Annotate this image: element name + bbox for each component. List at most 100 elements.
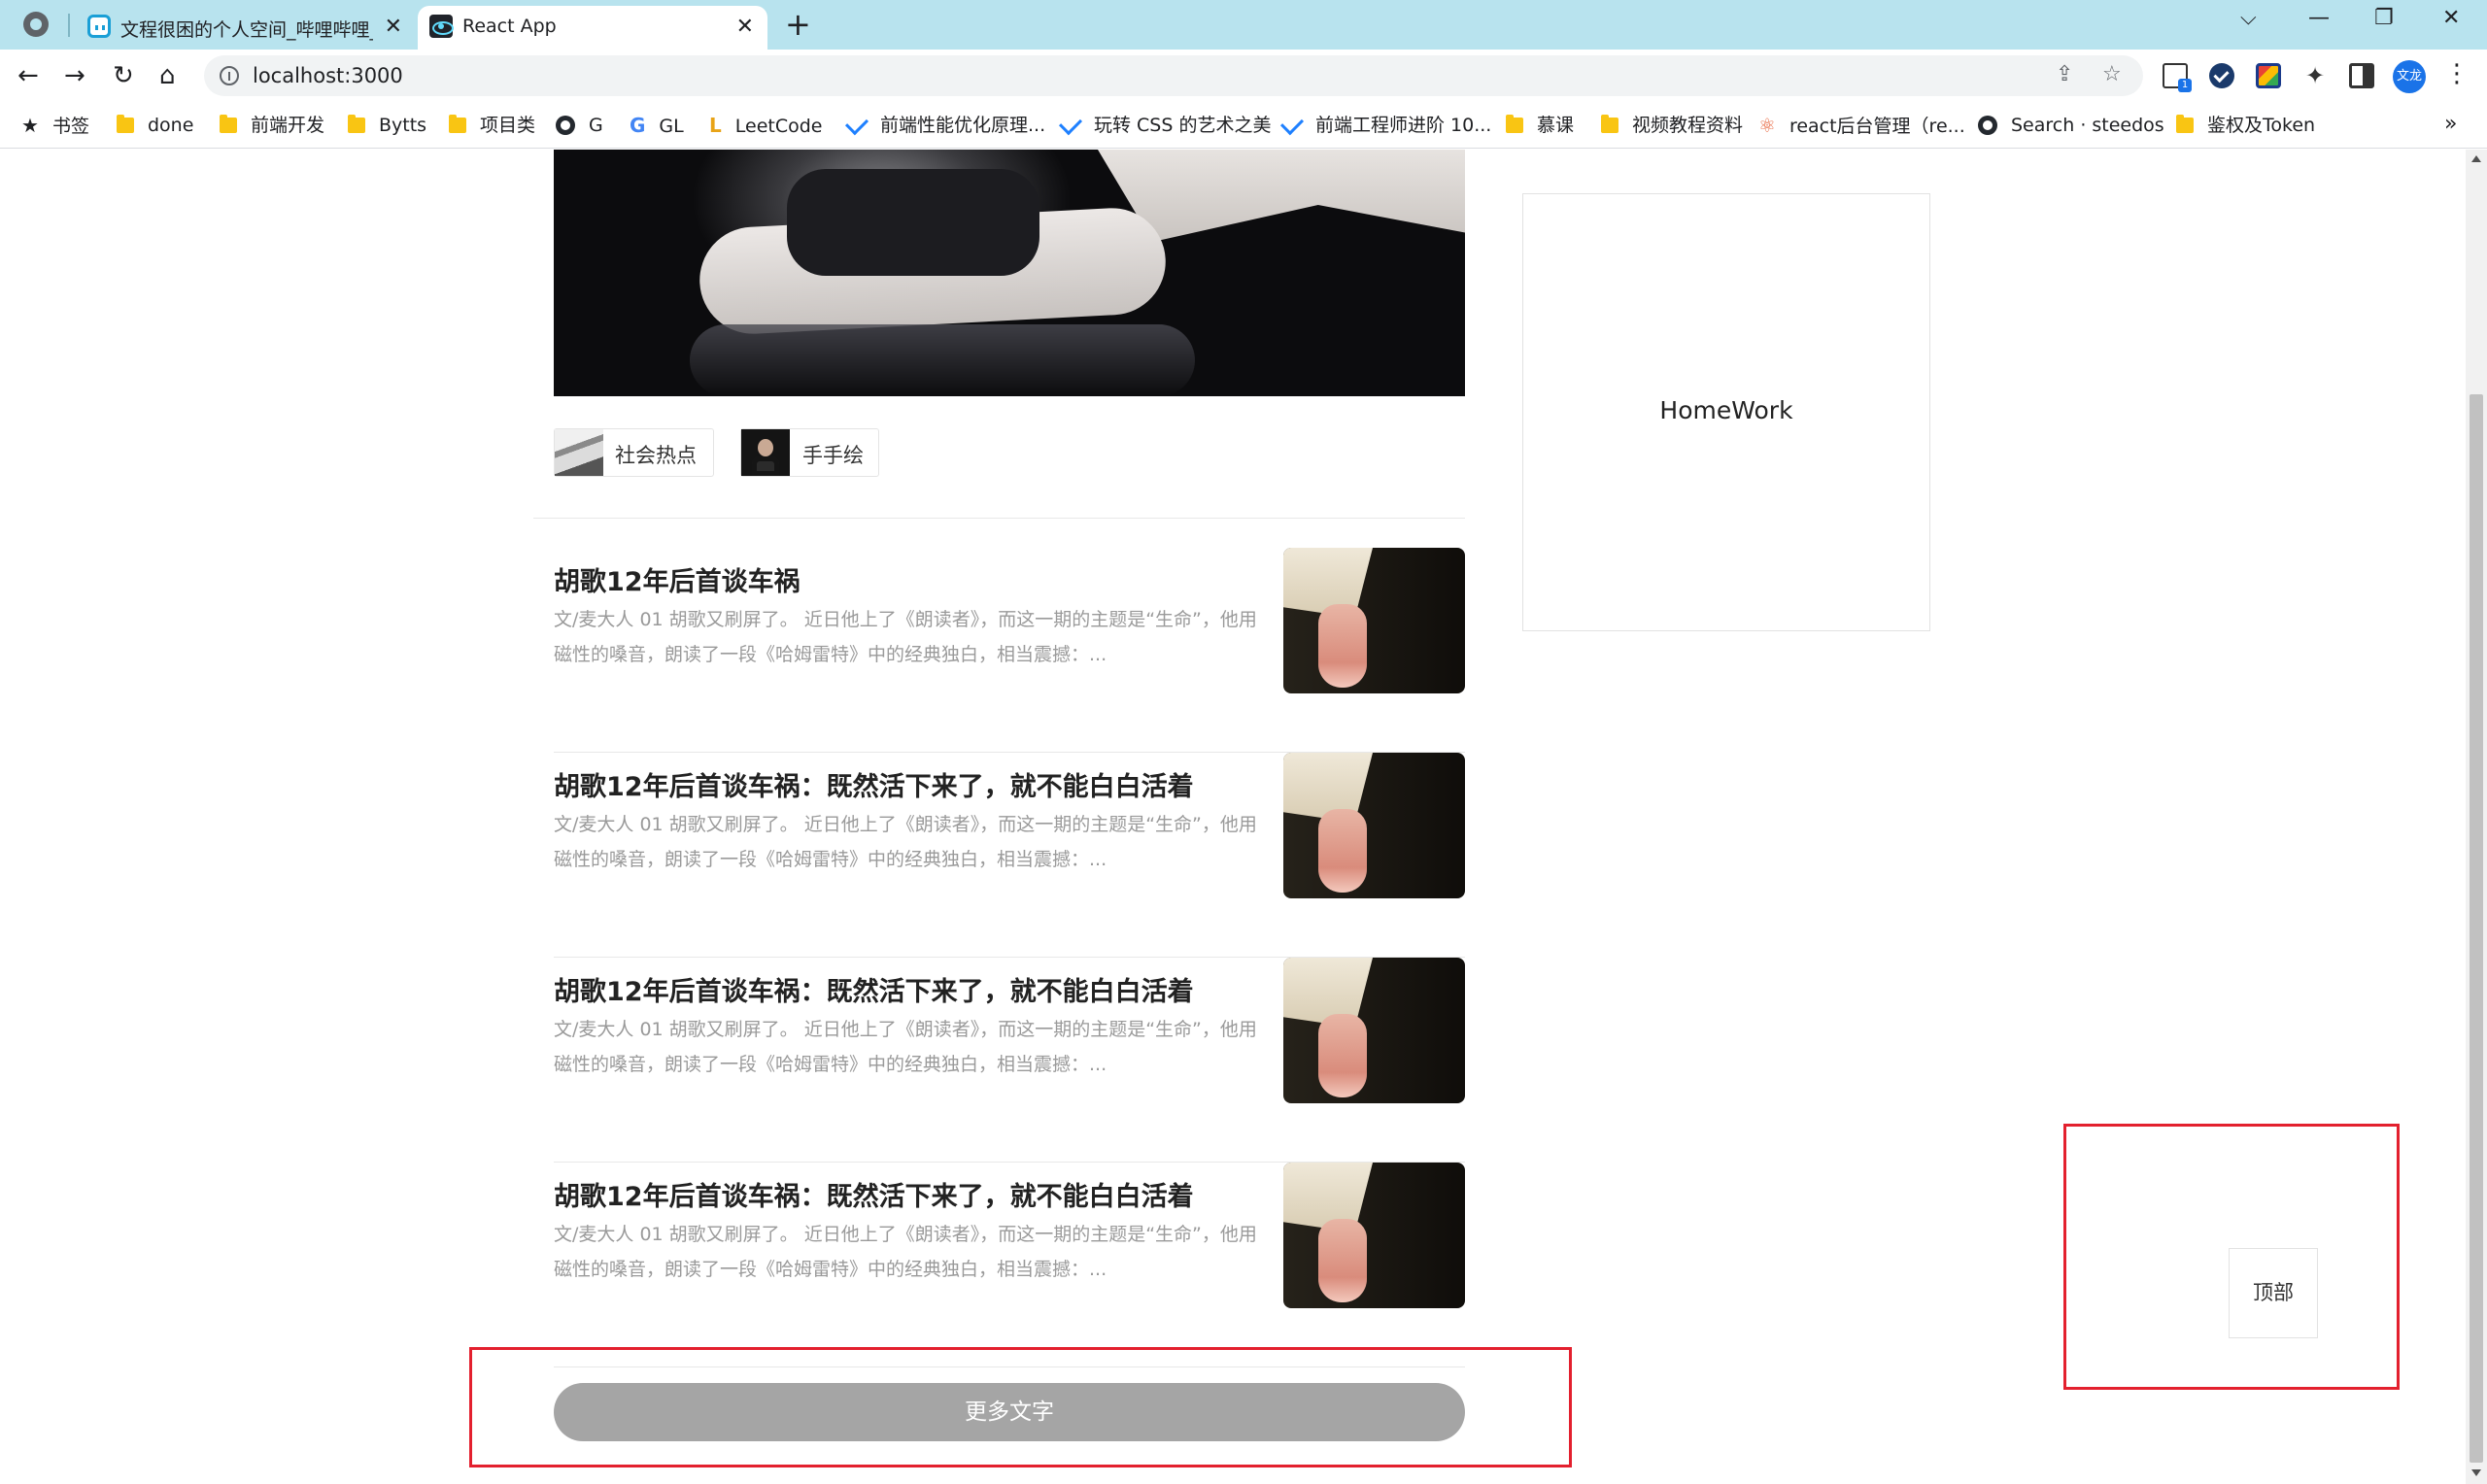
article-item[interactable]: 胡歌12年后首谈车祸：既然活下来了，就不能白白活着 文/麦大人 01 胡歌又刷屏… <box>554 1163 1465 1367</box>
article-item[interactable]: 胡歌12年后首谈车祸：既然活下来了，就不能白白活着 文/麦大人 01 胡歌又刷屏… <box>554 753 1465 958</box>
close-tab-icon[interactable]: ✕ <box>736 15 754 40</box>
bookmark-star-icon[interactable]: ☆ <box>2102 62 2122 86</box>
hero-sleeve-shape <box>787 169 1039 276</box>
reload-button[interactable]: ↻ <box>113 61 134 90</box>
tag-hand-drawing[interactable]: 手手绘 <box>740 428 879 477</box>
bookmark-item[interactable]: 玩转 CSS 的艺术之美 <box>1058 112 1271 139</box>
new-tab-button[interactable]: + <box>785 8 811 41</box>
bookmark-item[interactable]: done <box>117 112 193 139</box>
tab-strip: 文程很困的个人空间_哔哩哔哩_b ✕ React App ✕ + ⌵ — ❐ ✕ <box>0 0 2487 50</box>
hero-reflection-shape <box>690 324 1195 396</box>
site-info-icon[interactable] <box>220 66 239 85</box>
scroll-thumb[interactable] <box>2470 394 2483 1463</box>
article-title[interactable]: 胡歌12年后首谈车祸：既然活下来了，就不能白白活着 <box>554 970 1194 1008</box>
article-description: 文/麦大人 01 胡歌又刷屏了。 近日他上了《朗读者》，而这一期的主题是“生命”… <box>554 1224 1257 1280</box>
juejin-icon <box>1279 112 1305 136</box>
folder-icon <box>449 115 466 133</box>
article-thumbnail[interactable] <box>1283 753 1465 898</box>
bookmarks-bar: ★ 书签 done 前端开发 Bytts 项目类 G G GL L LeetCode … <box>0 104 2487 149</box>
article-title[interactable]: 胡歌12年后首谈车祸：既然活下来了，就不能白白活着 <box>554 765 1194 803</box>
page-scrollbar[interactable] <box>2466 150 2487 1484</box>
tag-label: 手手绘 <box>802 444 864 467</box>
news-thumbnail <box>555 429 603 476</box>
list-divider <box>533 518 1465 519</box>
close-tab-icon[interactable]: ✕ <box>385 15 402 40</box>
article-description: 文/麦大人 01 胡歌又刷屏了。 近日他上了《朗读者》，而这一期的主题是“生命”… <box>554 814 1257 870</box>
minimize-button[interactable]: — <box>2308 6 2330 30</box>
check-extension-icon[interactable] <box>2209 63 2234 88</box>
bilibili-icon <box>87 15 111 38</box>
article-description: 文/麦大人 01 胡歌又刷屏了。 近日他上了《朗读者》，而这一期的主题是“生命”… <box>554 609 1257 665</box>
browser-menu-icon[interactable]: ⋮ <box>2444 59 2470 88</box>
side-panel-icon[interactable] <box>2349 63 2374 88</box>
tab-bilibili[interactable]: 文程很困的个人空间_哔哩哔哩_b ✕ <box>76 6 416 50</box>
url-text[interactable]: localhost:3000 <box>253 64 403 87</box>
star-icon: ★ <box>21 114 39 137</box>
drawing-thumbnail <box>741 429 790 476</box>
leetcode-icon: L <box>709 114 722 137</box>
address-bar[interactable]: localhost:3000 ⇪ ☆ <box>204 55 2143 96</box>
bookmark-item[interactable]: Bytts <box>348 112 426 139</box>
juejin-icon <box>844 112 869 136</box>
more-text-button[interactable]: 更多文字 <box>554 1383 1465 1441</box>
article-thumbnail[interactable] <box>1283 958 1465 1103</box>
folder-icon <box>220 115 237 133</box>
tag-label: 社会热点 <box>615 444 697 467</box>
article-item[interactable]: 胡歌12年后首谈车祸 文/麦大人 01 胡歌又刷屏了。 近日他上了《朗读者》，而… <box>554 548 1465 753</box>
tag-social-hot[interactable]: 社会热点 <box>554 428 714 477</box>
bookmark-item[interactable]: 前端开发 <box>220 112 324 139</box>
back-to-top-button[interactable]: 顶部 <box>2229 1248 2318 1338</box>
article-thumbnail[interactable] <box>1283 548 1465 693</box>
article-item[interactable]: 胡歌12年后首谈车祸：既然活下来了，就不能白白活着 文/麦大人 01 胡歌又刷屏… <box>554 958 1465 1163</box>
home-button[interactable]: ⌂ <box>159 61 176 90</box>
back-button[interactable]: ← <box>17 61 39 90</box>
scroll-down-icon[interactable] <box>2471 1469 2481 1476</box>
tab-search-icon[interactable]: ⌵ <box>2240 6 2257 30</box>
folder-icon <box>2176 115 2194 133</box>
react-icon <box>429 15 454 38</box>
forward-button[interactable]: → <box>64 61 85 90</box>
bookmark-item[interactable]: ★ 书签 <box>21 112 89 139</box>
scroll-up-icon[interactable] <box>2471 155 2481 162</box>
restore-button[interactable]: ❐ <box>2374 6 2394 30</box>
bookmark-item[interactable]: 视频教程资料 <box>1601 112 1743 139</box>
color-picker-extension-icon[interactable] <box>2256 63 2281 88</box>
article-thumbnail[interactable] <box>1283 1163 1465 1308</box>
google-icon: G <box>630 114 646 137</box>
bookmark-item[interactable]: 慕课 <box>1506 112 1574 139</box>
close-window-button[interactable]: ✕ <box>2442 6 2460 30</box>
github-icon <box>556 116 575 135</box>
bookmark-item[interactable]: G <box>556 112 603 139</box>
bookmark-item[interactable]: 项目类 <box>449 112 535 139</box>
page-viewport: 社会热点 手手绘 胡歌12年后首谈车祸 文/麦大人 01 胡歌又刷屏了。 近日他… <box>0 150 2466 1484</box>
bookmark-item[interactable]: 鉴权及Token <box>2176 112 2315 139</box>
bookmark-item[interactable]: L LeetCode <box>709 112 822 139</box>
bookmark-item[interactable]: ⚛ react后台管理（re... <box>1758 112 1965 139</box>
bookmark-item[interactable]: G GL <box>630 112 684 139</box>
more-bookmarks-icon[interactable]: » <box>2444 112 2457 136</box>
bookmark-item[interactable]: 前端性能优化原理... <box>844 112 1045 139</box>
homework-card[interactable]: HomeWork <box>1522 193 1930 631</box>
article-title[interactable]: 胡歌12年后首谈车祸 <box>554 560 801 598</box>
extensions-puzzle-icon[interactable]: ✦ <box>2302 63 2328 88</box>
profile-avatar[interactable]: 文龙 <box>2393 60 2426 93</box>
bookmark-item[interactable]: Search · steedos <box>1978 112 2164 139</box>
tab-title: React App <box>462 16 557 37</box>
folder-icon <box>348 115 365 133</box>
juejin-icon <box>1058 112 1083 136</box>
tab-react-app[interactable]: React App ✕ <box>418 6 767 50</box>
folder-icon <box>1506 115 1523 133</box>
browser-toolbar: ← → ↻ ⌂ localhost:3000 ⇪ ☆ ✦ 文龙 ⋮ <box>0 50 2487 104</box>
react-icon: ⚛ <box>1758 114 1776 137</box>
folder-icon <box>117 115 134 133</box>
article-title[interactable]: 胡歌12年后首谈车祸：既然活下来了，就不能白白活着 <box>554 1175 1194 1213</box>
translate-extension-icon[interactable] <box>2163 63 2192 92</box>
share-icon[interactable]: ⇪ <box>2056 62 2073 86</box>
bookmark-item[interactable]: 前端工程师进阶 10... <box>1279 112 1491 139</box>
tab-title: 文程很困的个人空间_哔哩哔哩_b <box>120 19 373 41</box>
article-description: 文/麦大人 01 胡歌又刷屏了。 近日他上了《朗读者》，而这一期的主题是“生命”… <box>554 1019 1257 1075</box>
tab-group-icon[interactable] <box>23 12 49 37</box>
tab-separator <box>68 14 70 37</box>
homework-label: HomeWork <box>1659 396 1793 424</box>
hero-image[interactable] <box>554 150 1465 396</box>
